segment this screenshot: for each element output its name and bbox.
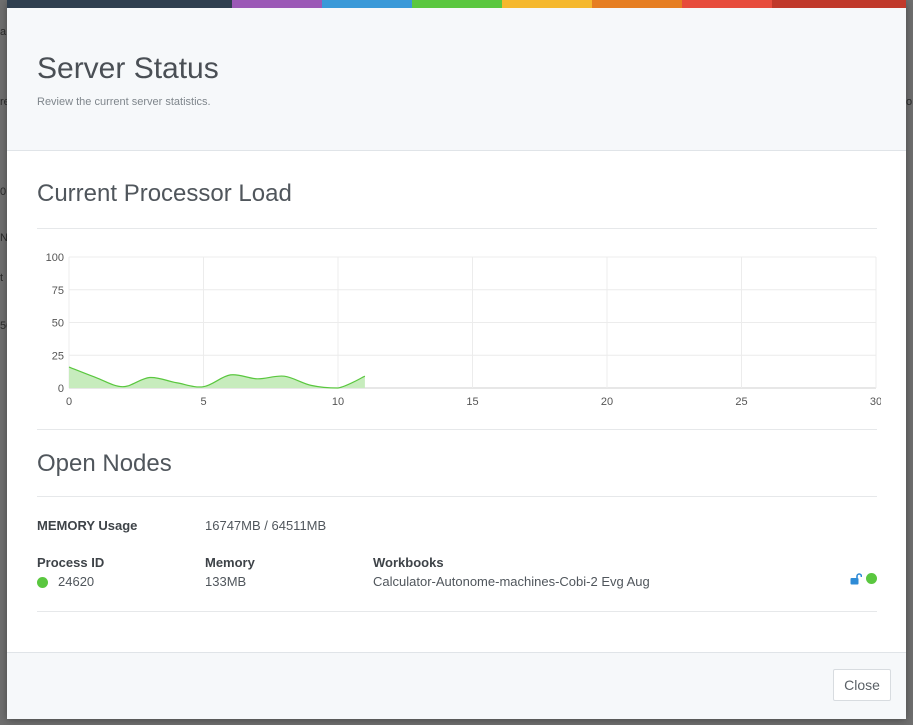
modal-header: Server Status Review the current server … (7, 8, 906, 151)
color-stripe-segment (772, 0, 906, 8)
divider (37, 429, 877, 430)
processor-load-chart: 100 75 50 25 00 5 10 15 20 25 30 (46, 252, 881, 408)
x-tick-label: 20 (601, 396, 613, 408)
color-stripe-segment (682, 0, 772, 8)
server-status-modal: Server Status Review the current server … (7, 0, 906, 719)
x-tick-label: 15 (466, 396, 478, 408)
memory-header: Memory (205, 555, 255, 570)
divider (37, 496, 877, 497)
close-button[interactable]: Close (833, 669, 891, 701)
background-text: o (906, 96, 913, 108)
process-status-dot (37, 577, 48, 588)
background-text: t (0, 272, 4, 284)
x-tick-label: 25 (735, 396, 747, 408)
color-stripe-segment (322, 0, 412, 8)
color-stripe (7, 0, 906, 8)
x-tick-label: 30 (870, 396, 881, 408)
workbooks-header: Workbooks (373, 555, 444, 570)
memory-usage-label: MEMORY Usage (37, 518, 138, 533)
y-tick-label: 0 (58, 383, 64, 395)
node-status-dot (866, 573, 877, 584)
background-text: 0 (0, 186, 7, 198)
modal-subtitle: Review the current server statistics. (37, 96, 211, 108)
modal-title: Server Status (37, 52, 219, 85)
color-stripe-segment (7, 0, 232, 8)
y-tick-label: 75 (52, 285, 64, 297)
modal-footer: Close (7, 652, 906, 719)
workbook-name: Calculator-Autonome-machines-Cobi-2 Evg … (373, 574, 650, 589)
y-tick-label: 25 (52, 350, 64, 362)
open-nodes-title: Open Nodes (37, 450, 172, 477)
divider (37, 228, 877, 229)
y-tick-label: 100 (46, 252, 64, 264)
processor-load-title: Current Processor Load (37, 180, 292, 207)
process-id-header: Process ID (37, 555, 105, 570)
x-tick-label: 5 (200, 396, 206, 408)
color-stripe-segment (592, 0, 682, 8)
x-tick-label: 10 (332, 396, 344, 408)
color-stripe-segment (232, 0, 322, 8)
process-id-value: 24620 (58, 574, 95, 589)
color-stripe-segment (412, 0, 502, 8)
divider (37, 611, 877, 612)
memory-usage-value: 16747MB / 64511MB (205, 518, 327, 533)
process-memory-value: 133MB (205, 574, 247, 589)
background-text: a (0, 26, 7, 38)
color-stripe-segment (502, 0, 592, 8)
x-tick-label: 0 (66, 396, 72, 408)
y-tick-label: 50 (52, 318, 64, 330)
unlock-icon[interactable] (850, 573, 862, 585)
